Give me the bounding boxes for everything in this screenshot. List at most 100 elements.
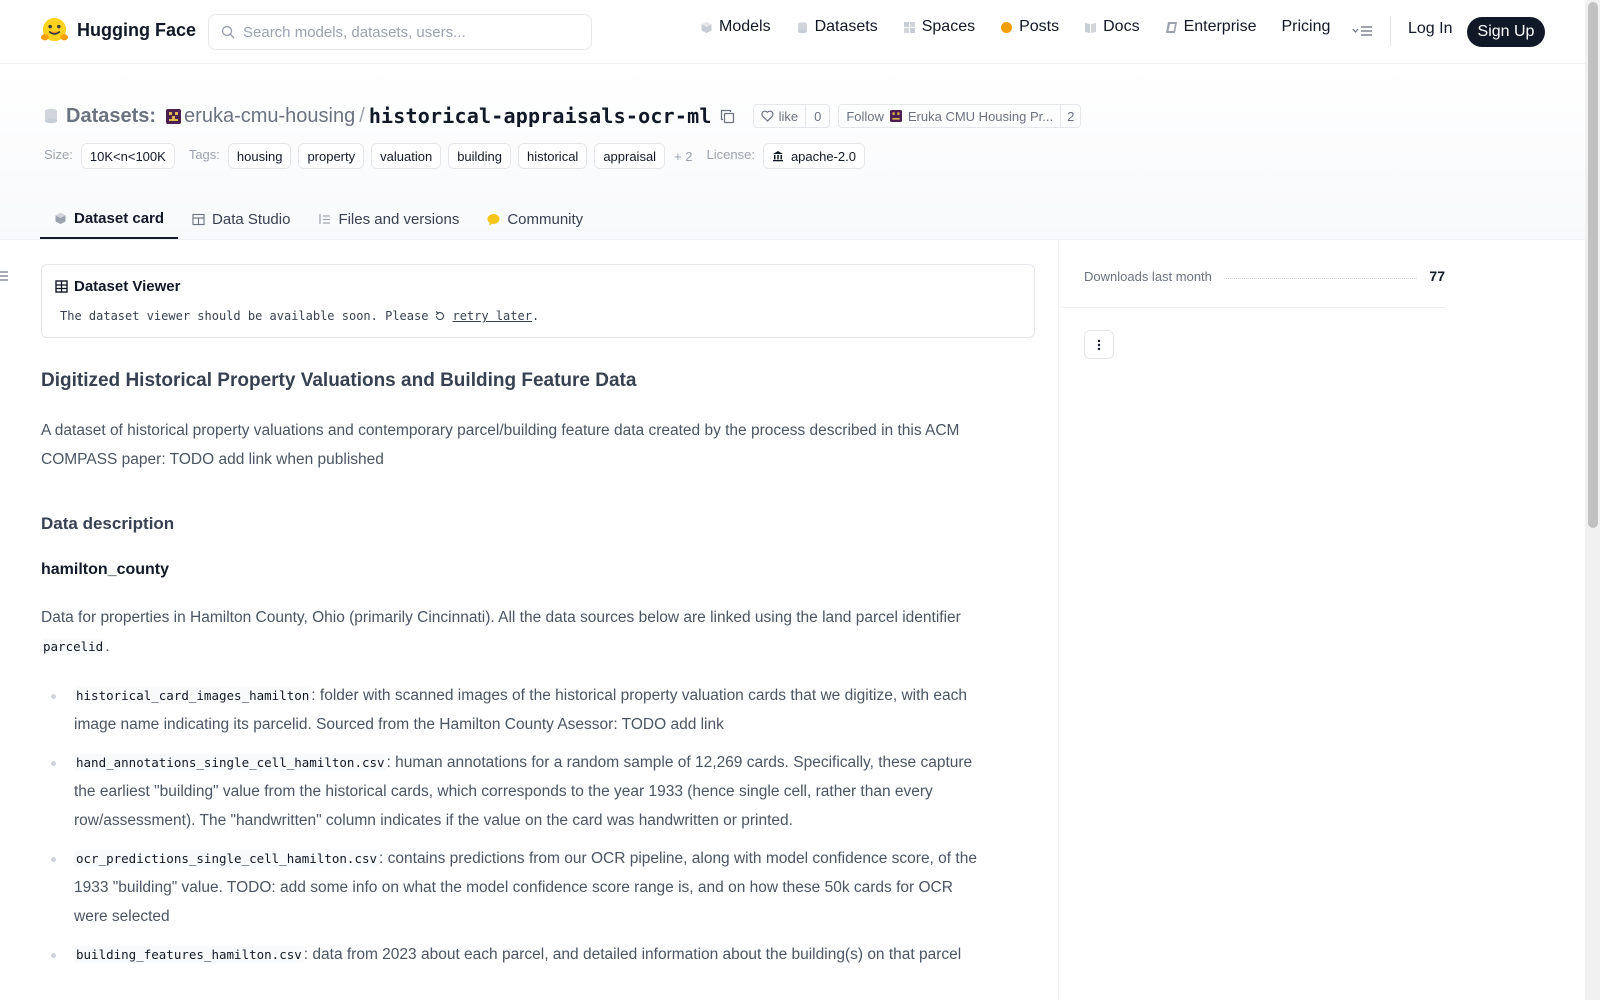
dataset-viewer-panel: Dataset Viewer The dataset viewer should… [41,264,1035,338]
path-separator: / [359,104,365,127]
tab-community[interactable]: Community [473,200,597,239]
copy-icon[interactable] [720,109,735,124]
scrollbar-thumb[interactable] [1588,2,1598,528]
repo-title-row: Datasets: eruka-cmu-housing / historical… [44,102,1082,130]
license-label: License: [706,146,755,162]
kebab-menu-icon [1097,339,1101,350]
downloads-dotted-leader [1223,277,1418,279]
dataset-viewer-message: The dataset viewer should be available s… [60,309,539,323]
nav-datasets-label: Datasets [814,18,878,35]
file-name-code: historical_card_images_hamilton [74,687,312,704]
follow-button[interactable]: Follow Eruka CMU Housing Pr... 2 [838,104,1082,128]
login-link[interactable]: Log In [1408,20,1452,38]
like-count: 0 [814,108,822,124]
top-navbar: Hugging Face Models Datasets Spaces Post… [0,0,1585,64]
license-value: apache-2.0 [790,148,856,164]
tab-community-label: Community [507,211,584,228]
tag-building[interactable]: building [448,143,512,169]
tag-historical[interactable]: historical [518,143,588,169]
list-item: hand_annotations_single_cell_hamilton.cs… [41,748,981,835]
hamilton-description-end: . [105,638,110,655]
license-tag[interactable]: apache-2.0 [762,143,865,169]
sidebar-separator [1060,307,1445,308]
nav-models[interactable]: Models [700,18,771,36]
nav-datasets[interactable]: Datasets [796,18,878,36]
signup-button[interactable]: Sign Up [1467,17,1545,47]
like-button[interactable]: like 0 [752,104,831,128]
datasets-database-icon [797,21,807,33]
tag-appraisal[interactable]: appraisal [594,143,666,169]
downloads-value: 77 [1429,268,1445,284]
follower-count: 2 [1067,108,1075,124]
docs-book-icon [1085,22,1097,33]
subsection-hamilton-county: hamilton_county [41,561,170,578]
posts-bubble-icon [1001,21,1013,33]
brand-name: Hugging Face [77,20,197,40]
org-link[interactable]: eruka-cmu-housing [184,105,355,128]
more-options-button[interactable] [1084,330,1114,359]
like-label: like [778,108,799,124]
nav-docs-label: Docs [1103,18,1140,35]
enterprise-icon [1165,21,1177,33]
dataset-viewer-title: Dataset Viewer [55,278,180,295]
more-tags-button[interactable]: + 2 [674,149,692,164]
heart-icon [761,110,774,122]
nav-enterprise-label: Enterprise [1183,18,1257,35]
models-cube-icon [701,21,712,33]
more-menu-icon[interactable] [1352,24,1374,38]
size-label: Size: [44,146,73,162]
datasets-section-link[interactable]: Datasets: [66,105,156,128]
dataset-database-icon [45,108,57,124]
card-title: Digitized Historical Property Valuations… [41,370,637,391]
brand-link[interactable]: Hugging Face [40,16,196,45]
repo-name[interactable]: historical-appraisals-ocr-ml [369,104,712,128]
sidebar-divider [1058,241,1059,1000]
repo-tabs: Dataset card Data Studio Files and versi… [40,200,597,240]
tag-property[interactable]: property [298,143,365,169]
search-box[interactable] [208,14,592,50]
file-name-code: ocr_predictions_single_cell_hamilton.csv [74,850,380,867]
search-input[interactable] [243,23,583,41]
nav-posts[interactable]: Posts [1000,18,1059,36]
repo-meta-row: Size: 10K<n<100K Tags: housing property … [44,142,872,170]
search-icon [221,25,235,39]
size-tag[interactable]: 10K<n<100K [80,143,175,169]
nav-spaces[interactable]: Spaces [903,18,975,36]
nav-models-label: Models [719,18,771,35]
viewer-message-text: The dataset viewer should be available s… [60,309,429,323]
tab-files-label: Files and versions [338,211,460,228]
follow-org-avatar-icon [889,110,902,122]
hamilton-description-text: Data for properties in Hamilton County, … [41,609,961,626]
nav-docs[interactable]: Docs [1084,18,1140,36]
nav-enterprise[interactable]: Enterprise [1165,18,1257,36]
follow-org-name: Eruka CMU Housing Pr... [907,108,1054,124]
list-item: building_features_hamilton.csv: data fro… [41,940,981,969]
tab-dataset-card-label: Dataset card [74,210,165,227]
nav-pricing[interactable]: Pricing [1281,18,1330,36]
file-name-code: hand_annotations_single_cell_hamilton.cs… [74,754,387,771]
hamilton-description: Data for properties in Hamilton County, … [41,603,981,661]
card-intro: A dataset of historical property valuati… [41,422,960,468]
list-item: ocr_predictions_single_cell_hamilton.csv… [41,844,981,931]
file-list: historical_card_images_hamilton: folder … [41,681,981,969]
file-description: : data from 2023 about each parcel, and … [303,946,962,963]
tab-dataset-card[interactable]: Dataset card [40,200,179,239]
nav-pricing-label: Pricing [1281,18,1331,35]
retry-icon [436,311,445,321]
toc-toggle-icon[interactable] [0,270,8,282]
bank-icon [772,151,783,162]
tag-valuation[interactable]: valuation [371,143,442,169]
file-name-code: building_features_hamilton.csv [74,946,304,963]
nav-posts-label: Posts [1019,18,1060,35]
dataset-card-content: Digitized Historical Property Valuations… [41,370,981,978]
retry-later-link[interactable]: retry later [452,309,531,323]
table-icon [192,213,205,226]
parcelid-code: parcelid [41,638,106,655]
org-avatar-icon [166,108,182,124]
table-icon [55,280,68,293]
tag-housing[interactable]: housing [227,143,292,169]
tab-data-studio-label: Data Studio [212,211,291,228]
tab-data-studio[interactable]: Data Studio [178,200,304,239]
tab-files-and-versions[interactable]: Files and versions [304,200,473,239]
follow-label: Follow [846,108,884,124]
